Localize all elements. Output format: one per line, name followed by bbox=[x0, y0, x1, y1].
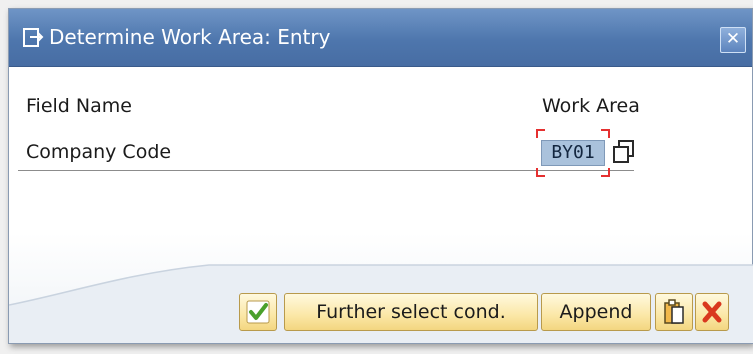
work-area-dialog: Determine Work Area: Entry ✕ Field Name … bbox=[8, 8, 753, 344]
multiple-selection-icon[interactable] bbox=[612, 139, 636, 165]
focus-corner bbox=[536, 168, 545, 177]
paste-icon bbox=[664, 299, 684, 324]
further-select-cond-button[interactable]: Further select cond. bbox=[284, 293, 538, 331]
field-label-company-code: Company Code bbox=[26, 141, 172, 163]
checkmark-icon bbox=[246, 300, 270, 324]
close-button[interactable]: ✕ bbox=[720, 27, 746, 53]
dialog-title: Determine Work Area: Entry bbox=[49, 25, 331, 49]
column-header-field-name: Field Name bbox=[26, 95, 132, 117]
title-bar: Determine Work Area: Entry ✕ bbox=[9, 9, 752, 67]
work-area-input[interactable]: BY01 bbox=[541, 140, 605, 166]
cancel-icon bbox=[702, 301, 722, 323]
dialog-content: Field Name Work Area Company Code BY01 F… bbox=[9, 67, 753, 343]
paste-button[interactable] bbox=[655, 293, 693, 331]
continue-button[interactable] bbox=[239, 293, 277, 331]
dialog-entry-icon bbox=[23, 28, 44, 47]
close-icon: ✕ bbox=[725, 29, 741, 49]
cancel-button[interactable] bbox=[695, 293, 729, 331]
work-area-input-wrapper: BY01 bbox=[536, 129, 610, 177]
append-button[interactable]: Append bbox=[541, 293, 651, 331]
focus-corner bbox=[601, 168, 610, 177]
focus-corner bbox=[536, 129, 545, 138]
focus-corner bbox=[601, 129, 610, 138]
column-header-work-area: Work Area bbox=[542, 95, 640, 117]
